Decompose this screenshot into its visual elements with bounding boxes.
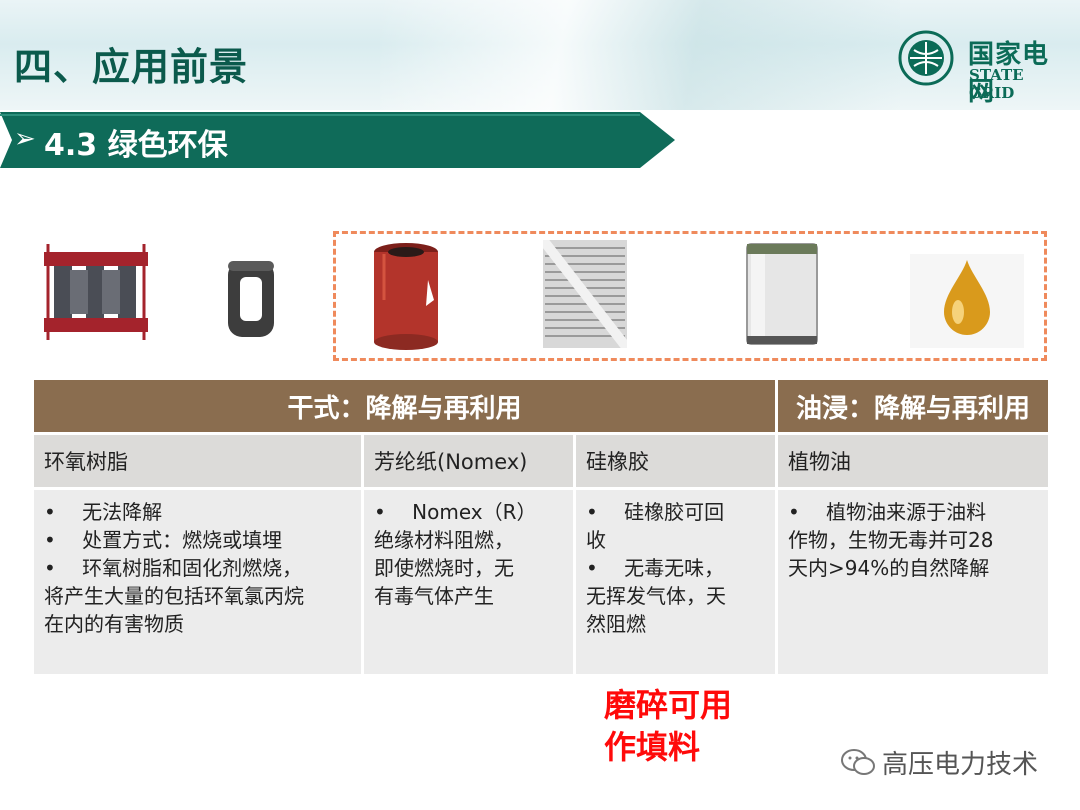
- nomex-line: 有毒气体产生: [374, 584, 494, 608]
- page-title: 四、应用前景: [14, 45, 249, 89]
- section-bullet-icon: ➢: [14, 124, 36, 154]
- silicone-line: 收: [586, 528, 606, 552]
- coil-core-icon: [228, 261, 274, 337]
- recycle-note-line1: 磨碎可用: [604, 686, 733, 724]
- epoxy-line: 将产生大量的包括环氧氯丙烷: [44, 584, 304, 608]
- silicone-line: 然阻燃: [586, 612, 646, 636]
- recycle-note-line2: 作填料: [604, 728, 701, 766]
- highlight-dashed-box: [333, 231, 1047, 361]
- silicone-line: 无挥发气体，天: [586, 584, 726, 608]
- vegetable-oil-line: 天内>94%的自然降解: [788, 556, 990, 580]
- header-sheen: [380, 0, 900, 110]
- vegetable-oil-cell: • 植物油来源于油料 作物，生物无毒并可28 天内>94%的自然降解: [778, 490, 1048, 674]
- silicone-line: • 无毒无味，: [586, 556, 725, 580]
- epoxy-cell: • 无法降解 • 处置方式：燃烧或填埋 • 环氧树脂和固化剂燃烧， 将产生大量的…: [34, 490, 361, 674]
- column-header-silicone: 硅橡胶: [576, 435, 775, 487]
- oil-immersed-header: 油浸：降解与再利用: [778, 380, 1048, 432]
- state-grid-logo: 国家电网 STATE GRID: [898, 30, 1073, 107]
- logo-en-text: STATE GRID: [969, 66, 1024, 102]
- recycle-note: 磨碎可用 作填料: [604, 684, 732, 768]
- epoxy-line: • 处置方式：燃烧或填埋: [44, 528, 283, 552]
- column-header-vegetable-oil: 植物油: [778, 435, 1048, 487]
- nomex-line: • Nomex（R）: [374, 500, 537, 524]
- column-header-nomex: 芳纶纸(Nomex): [364, 435, 573, 487]
- epoxy-line: • 环氧树脂和固化剂燃烧，: [44, 556, 303, 580]
- nomex-line: 绝缘材料阻燃，: [374, 528, 514, 552]
- wechat-icon: [841, 748, 875, 775]
- transformer-core-icon: [44, 244, 148, 340]
- vegetable-oil-line: 作物，生物无毒并可28: [788, 528, 994, 552]
- epoxy-line: • 无法降解: [44, 500, 163, 524]
- state-grid-emblem-icon: [898, 30, 954, 86]
- dry-type-header: 干式：降解与再利用: [34, 380, 775, 432]
- watermark-text: 高压电力技术: [882, 750, 1039, 780]
- silicone-cell: • 硅橡胶可回 收 • 无毒无味， 无挥发气体，天 然阻燃: [576, 490, 775, 674]
- silicone-line: • 硅橡胶可回: [586, 500, 725, 524]
- vegetable-oil-line: • 植物油来源于油料: [788, 500, 987, 524]
- nomex-line: 即使燃烧时，无: [374, 556, 514, 580]
- section-title: 4.3 绿色环保: [44, 128, 228, 163]
- epoxy-line: 在内的有害物质: [44, 612, 184, 636]
- column-header-epoxy: 环氧树脂: [34, 435, 361, 487]
- comparison-table: 干式：降解与再利用 油浸：降解与再利用 环氧树脂 芳纶纸(Nomex) 硅橡胶 …: [34, 380, 1048, 674]
- nomex-cell: • Nomex（R） 绝缘材料阻燃， 即使燃烧时，无 有毒气体产生: [364, 490, 573, 674]
- watermark: 高压电力技术: [840, 744, 1038, 781]
